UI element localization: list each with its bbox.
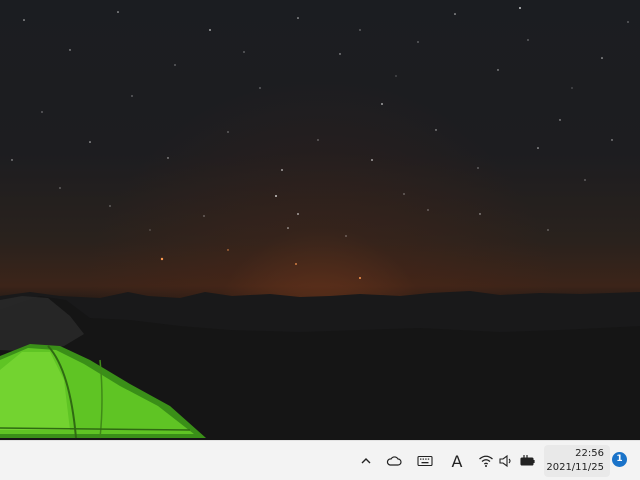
input-method-icon[interactable]: A	[447, 451, 467, 471]
notification-count: 1	[616, 454, 623, 464]
wallpaper-image	[0, 7, 640, 440]
wifi-icon[interactable]	[476, 451, 496, 471]
input-method-label: A	[451, 451, 463, 471]
desktop-wallpaper	[0, 0, 640, 440]
keyboard-icon[interactable]	[415, 451, 435, 471]
clock-time: 22:56	[575, 448, 604, 459]
volume-icon[interactable]	[496, 451, 516, 471]
battery-icon[interactable]	[518, 451, 538, 471]
notification-badge[interactable]: 1	[612, 452, 627, 467]
chevron-up-icon[interactable]	[356, 451, 376, 471]
onedrive-cloud-icon[interactable]	[384, 451, 404, 471]
clock-date: 2021/11/25	[546, 462, 604, 473]
taskbar: A 22:56 2021/11/25	[0, 440, 640, 480]
clock[interactable]: 22:56 2021/11/25	[544, 445, 610, 477]
